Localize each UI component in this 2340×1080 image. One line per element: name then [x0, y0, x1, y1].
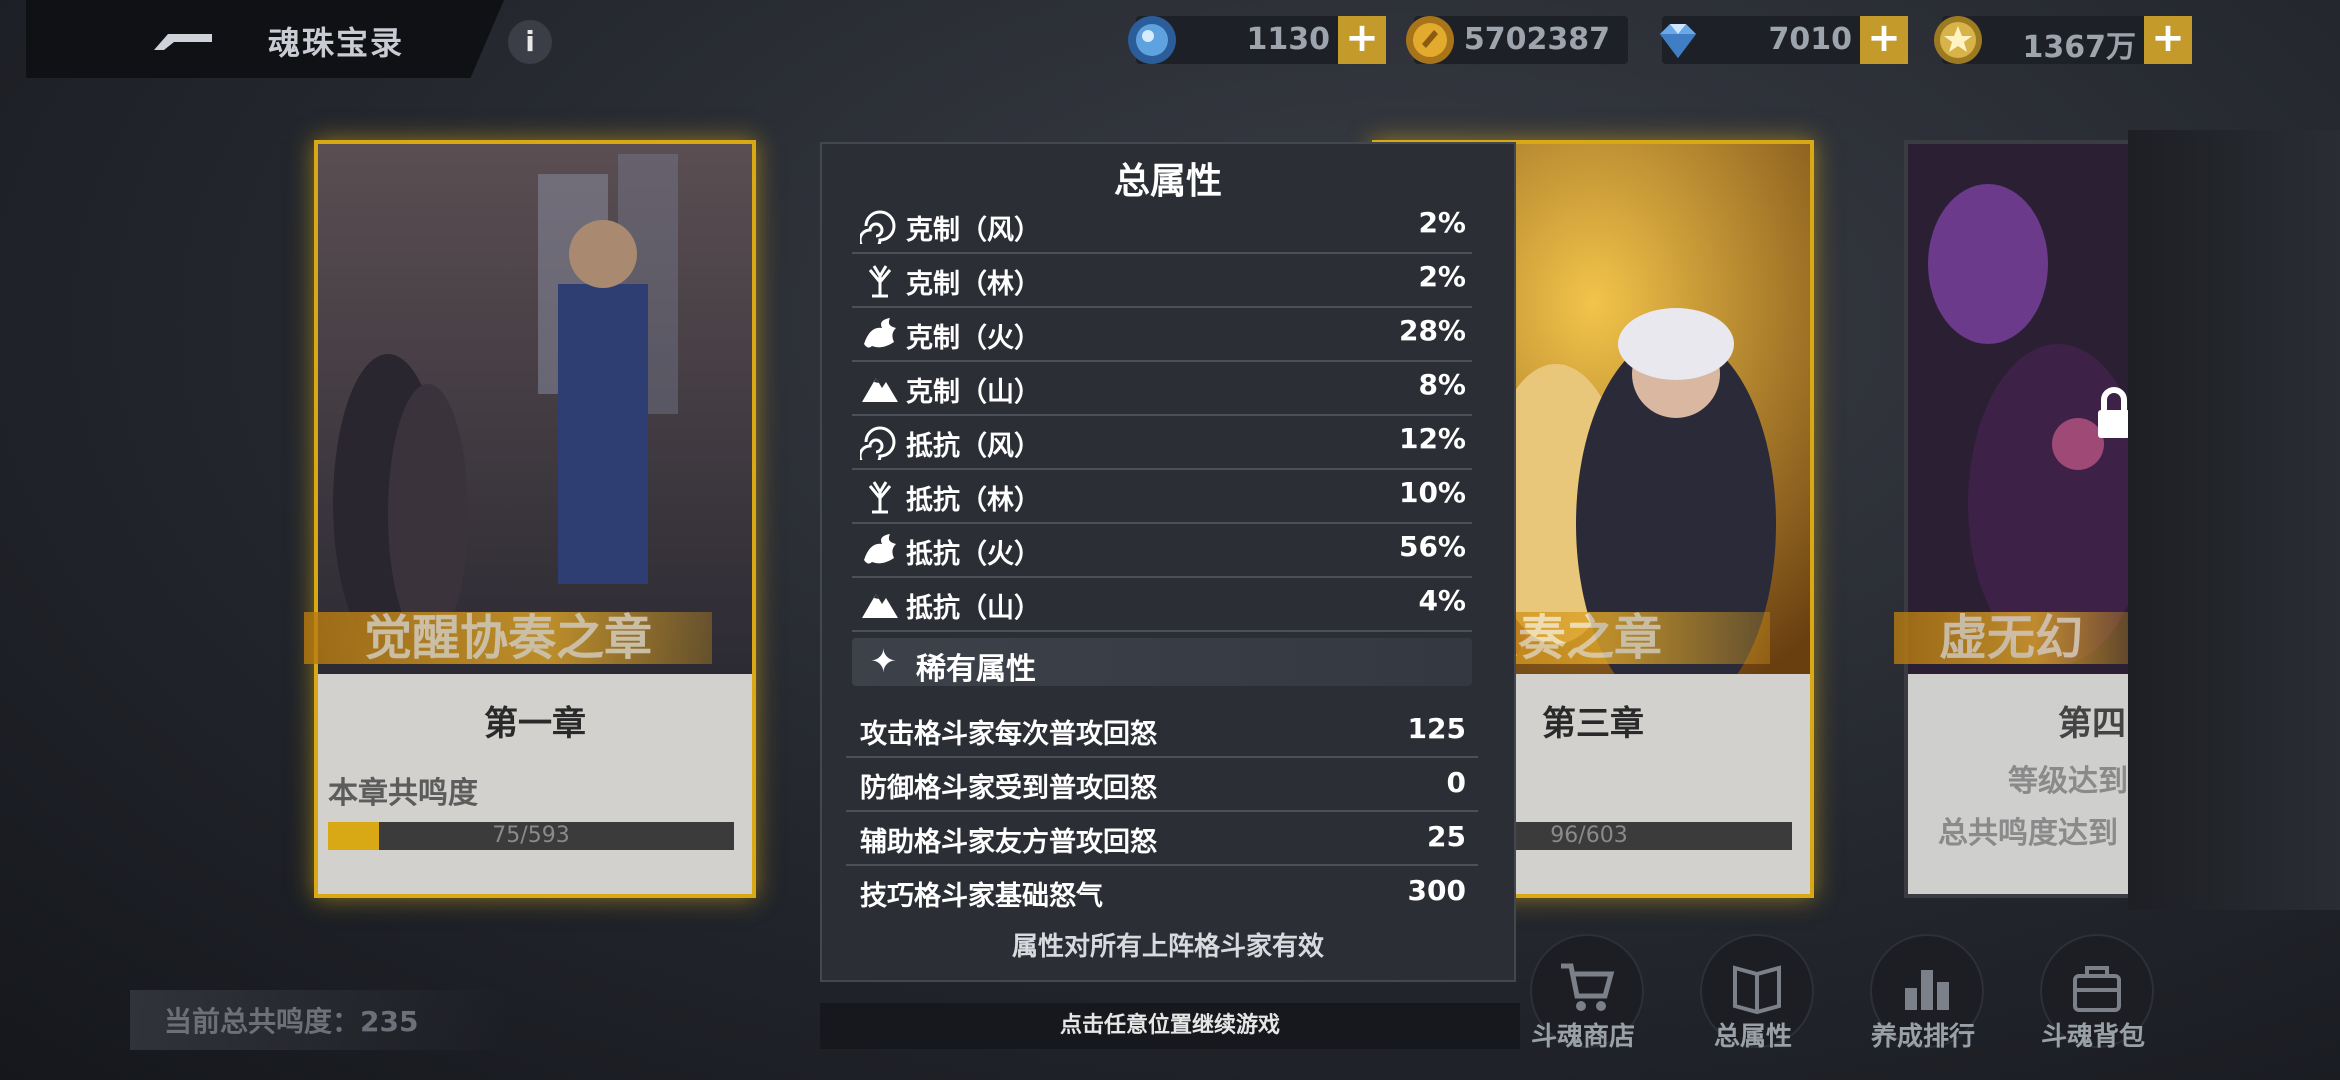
attribute-value: 28% — [1398, 314, 1466, 347]
sparkle-icon: ✦ — [870, 642, 897, 680]
attribute-row: 克制（林） 2% — [852, 254, 1472, 308]
star-coin-icon — [1934, 16, 1982, 64]
ranking-icon — [1905, 970, 1949, 1010]
soul-shop-button[interactable]: 斗魂商店 — [1508, 934, 1658, 1064]
total-attributes-button[interactable]: 总属性 — [1678, 934, 1828, 1064]
nav-label: 斗魂背包 — [2040, 1022, 2145, 1052]
attribute-row: 克制（火） 28% — [852, 308, 1472, 362]
attribute-row: 抵抗（火） 56% — [852, 524, 1472, 578]
wind-icon — [858, 208, 900, 252]
orb-currency-icon — [1128, 16, 1176, 64]
rare-attribute-value: 300 — [1407, 874, 1466, 907]
chapter-card-1[interactable]: 觉醒协奏之章 第一章 本章共鸣度 75/593 — [304, 140, 756, 898]
currency-value: 1367万 — [2022, 30, 2137, 65]
currency-value: 1130 — [1246, 22, 1331, 57]
attribute-name: 克制（林） — [906, 269, 1041, 300]
attribute-value: 4% — [1418, 584, 1466, 617]
soul-bag-button[interactable]: 斗魂背包 — [2018, 934, 2168, 1064]
attribute-value: 8% — [1418, 368, 1466, 401]
rare-attributes-header: ✦ 稀有属性 — [852, 638, 1472, 687]
attribute-name: 克制（山） — [906, 377, 1041, 408]
chapter-card-4-locked[interactable]: 虚无幻 第四 等级达到 总共鸣度达到 — [1894, 140, 2132, 898]
rare-attribute-name: 防御格斗家受到普攻回怒 — [860, 773, 1157, 804]
chapter-resonance-label: 本章共鸣度 — [328, 776, 478, 811]
progress-text: 75/593 — [492, 823, 570, 848]
shop-cart-icon — [1561, 963, 1615, 1011]
attribute-name: 抵抗（林） — [906, 485, 1041, 516]
attribute-row: 抵抗（风） 12% — [852, 416, 1472, 470]
attribute-name: 克制（风） — [906, 215, 1041, 246]
currency-value: 7010 — [1768, 22, 1853, 57]
bag-icon — [2073, 966, 2121, 1012]
attribute-row: 克制（山） 8% — [852, 362, 1472, 416]
attribute-row: 克制（风） 2% — [852, 200, 1472, 254]
currency-value: 5702387 — [1463, 22, 1610, 57]
currency-star-coin: 1367万 + — [1934, 16, 2192, 65]
attribute-value: 2% — [1418, 260, 1466, 293]
rare-attribute-row: 辅助格斗家友方普攻回怒 25 — [846, 810, 1478, 866]
mountain-icon — [860, 370, 900, 406]
attribute-name: 抵抗（山） — [906, 593, 1041, 624]
mountain-icon — [860, 586, 900, 622]
total-attributes-modal: 总属性 克制（风） 2% 克制（林） 2% 克制（火） 28% 克制（山） 8% 抵抗（风） 12… — [820, 142, 1516, 982]
attribute-value: 10% — [1398, 476, 1466, 509]
rare-attribute-value: 25 — [1427, 820, 1466, 853]
add-diamond-button[interactable]: + — [1860, 16, 1908, 64]
rare-attribute-value: 0 — [1446, 766, 1466, 799]
rare-attribute-name: 技巧格斗家基础怒气 — [860, 881, 1103, 912]
chapter-requirement-level: 等级达到 — [2008, 764, 2128, 799]
currency-gold: 5702387 — [1406, 16, 1628, 64]
nav-label: 总属性 — [1713, 1022, 1792, 1052]
modal-title: 总属性 — [1113, 161, 1222, 202]
nav-label: 养成排行 — [1870, 1022, 1975, 1052]
attribute-value: 12% — [1398, 422, 1466, 455]
attribute-name: 抵抗（风） — [906, 431, 1041, 462]
chapter-banner: 觉醒协奏之章 — [304, 612, 712, 664]
chapter-progress-bar: 75/593 — [328, 822, 734, 850]
currency-diamond: 7010 + — [1660, 16, 1908, 64]
fire-icon — [860, 532, 900, 568]
chapter-name: 第一章 — [484, 704, 586, 744]
chapter-requirement-resonance: 总共鸣度达到 — [1938, 816, 2118, 851]
forest-icon — [860, 262, 900, 298]
add-orb-button[interactable]: + — [1338, 16, 1386, 64]
header-panel — [26, 0, 504, 78]
attribute-value: 2% — [1418, 206, 1466, 239]
chapter-banner: 虚无幻 — [1894, 612, 2128, 664]
rare-attribute-name: 攻击格斗家每次普攻回怒 — [860, 719, 1157, 750]
add-star-coin-button[interactable]: + — [2144, 16, 2192, 64]
continue-hint[interactable]: 点击任意位置继续游戏 — [820, 1003, 1520, 1049]
total-resonance: 当前总共鸣度：235 — [130, 990, 510, 1050]
rare-attribute-row: 攻击格斗家每次普攻回怒 125 — [846, 702, 1478, 758]
modal-footer-note: 属性对所有上阵格斗家有效 — [1011, 932, 1324, 962]
chapter-name: 第四 — [2058, 704, 2126, 744]
forest-icon — [860, 478, 900, 514]
chapter-art — [318, 144, 752, 674]
attribute-row: 抵抗（山） 4% — [852, 578, 1472, 632]
currency-orb: 1130 + — [1128, 16, 1386, 64]
info-icon[interactable]: i — [508, 20, 552, 64]
rare-attributes-title: 稀有属性 — [916, 652, 1036, 687]
wind-icon — [858, 424, 900, 468]
attribute-value: 56% — [1398, 530, 1466, 563]
fire-icon — [860, 316, 900, 352]
total-resonance-text: 当前总共鸣度：235 — [164, 1005, 419, 1038]
book-icon — [1733, 965, 1781, 1015]
ranking-button[interactable]: 养成排行 — [1848, 934, 1998, 1064]
diamond-icon — [1660, 24, 1696, 58]
rare-attribute-row: 技巧格斗家基础怒气 300 — [846, 864, 1478, 918]
back-arrow-icon[interactable] — [150, 20, 220, 56]
rare-attribute-row: 防御格斗家受到普攻回怒 0 — [846, 756, 1478, 812]
rare-attribute-value: 125 — [1407, 712, 1466, 745]
gold-coin-icon — [1406, 16, 1454, 64]
attribute-name: 抵抗（火） — [906, 539, 1041, 570]
rare-attribute-name: 辅助格斗家友方普攻回怒 — [860, 827, 1157, 858]
nav-label: 斗魂商店 — [1530, 1022, 1635, 1052]
page-title: 魂珠宝录 — [268, 24, 405, 62]
attribute-name: 克制（火） — [906, 323, 1041, 354]
attribute-row: 抵抗（林） 10% — [852, 470, 1472, 524]
